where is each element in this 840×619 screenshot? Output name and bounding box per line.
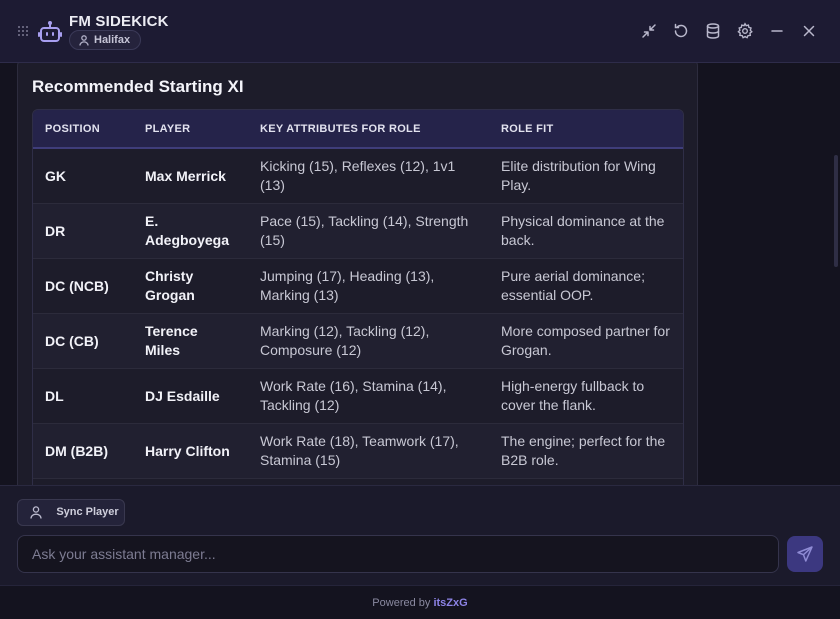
footer-prefix: Powered by [372,597,431,609]
table-row: DM (B2B) Harry Clifton Work Rate (18), T… [33,423,683,479]
user-icon [79,35,89,46]
position-cell: DL [33,368,133,424]
app-title: FM SIDEKICK [69,13,169,30]
position-cell: DC (CB) [33,313,133,369]
column-header: KEY ATTRIBUTES FOR ROLE [248,110,489,149]
title-bar: FM SIDEKICK Halifax [0,0,840,63]
role-fit-cell: Elite distribution for Wing Play. [489,148,683,204]
team-badge[interactable]: Halifax [69,30,142,50]
refresh-icon [674,23,688,38]
attributes-cell: Kicking (15), Reflexes (12), 1v1 (13) [248,148,489,204]
table-row: DL DJ Esdaille Work Rate (16), Stamina (… [33,368,683,424]
scrollbar[interactable] [832,63,840,485]
footer-brand-link[interactable]: itsZxG [433,597,467,609]
role-fit-cell: High-energy fullback to cover the flank. [489,368,683,424]
position-cell: DR [33,203,133,259]
chat-input[interactable] [17,535,779,573]
starting-xi-table: POSITION PLAYER KEY ATTRIBUTES FOR ROLE … [32,109,684,485]
role-fit-cell: Pure aerial dominance; essential OOP. [489,258,683,314]
database-button[interactable] [704,22,722,40]
refresh-button[interactable] [672,22,690,40]
collapse-icon [642,24,656,38]
sync-player-button[interactable]: Sync Player [17,499,125,526]
attributes-cell: Pace (15), Tackling (14), Strength (15) [248,203,489,259]
sync-player-label: Sync Player [56,506,119,518]
close-icon [803,25,815,37]
player-cell: Terence Miles [133,313,248,369]
attributes-cell: Jumping (17), Heading (13), Marking (13) [248,258,489,314]
attributes-cell: Work Rate (18), Teamwork (17), Stamina (… [248,423,489,479]
send-button[interactable] [787,536,823,572]
role-fit-cell: The engine; perfect for the B2B role. [489,423,683,479]
table-row: DR E. Adegboyega Pace (15), Tackling (14… [33,203,683,259]
footer: Powered by itsZxG [0,585,840,619]
user-icon [30,506,42,519]
composer-area: Sync Player [0,485,840,585]
player-cell: Harry Clifton [133,423,248,479]
player-cell: Max Merrick [133,148,248,204]
minimize-button[interactable] [768,22,786,40]
scrollbar-thumb[interactable] [834,155,838,267]
role-fit-cell: Physical dominance at the back. [489,203,683,259]
drag-handle-icon[interactable] [18,26,30,38]
close-button[interactable] [800,22,818,40]
position-cell: GK [33,148,133,204]
section-title: Recommended Starting XI [32,77,244,96]
column-header: PLAYER [133,110,248,149]
chat-area[interactable]: Recommended Starting XI POSITION PLAYER … [0,63,840,485]
team-name: Halifax [94,34,131,46]
settings-icon [737,22,753,39]
collapse-button[interactable] [640,22,658,40]
role-fit-cell: More composed partner for Grogan. [489,313,683,369]
player-cell: E. Adegboyega [133,203,248,259]
column-header: ROLE FIT [489,110,683,149]
position-cell: DM (B2B) [33,423,133,479]
robot-logo-icon [38,20,62,44]
table-row: DC (CB) Terence Miles Marking (12), Tack… [33,313,683,369]
position-cell: DC (NCB) [33,258,133,314]
attributes-cell: Work Rate (16), Stamina (14), Tackling (… [248,368,489,424]
table-header-row: POSITION PLAYER KEY ATTRIBUTES FOR ROLE … [33,110,683,149]
attributes-cell: Marking (12), Tackling (12), Composure (… [248,313,489,369]
minimize-icon [771,30,783,32]
player-cell: DJ Esdaille [133,368,248,424]
column-header: POSITION [33,110,133,149]
table-row: GK Max Merrick Kicking (15), Reflexes (1… [33,148,683,204]
table-row: DC (NCB) Christy Grogan Jumping (17), He… [33,258,683,314]
player-cell: Christy Grogan [133,258,248,314]
database-icon [706,23,720,39]
send-icon [797,546,813,562]
settings-button[interactable] [736,22,754,40]
